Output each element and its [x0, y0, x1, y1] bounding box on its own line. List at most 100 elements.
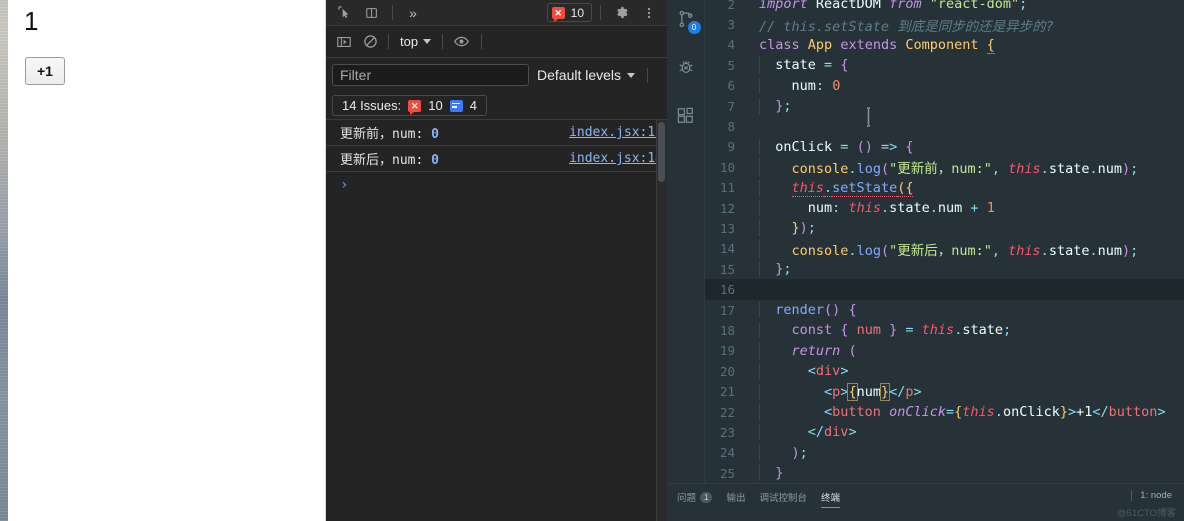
issues-info-icon [449, 99, 463, 112]
filter-row-divider [647, 67, 649, 83]
panel-tab-label: 输出 [726, 493, 746, 504]
rendered-count-value: 1 [24, 6, 39, 36]
source-control-icon[interactable]: 0 [673, 6, 701, 34]
console-message-text: 更新后，num: 0 [340, 153, 439, 168]
increment-button[interactable]: +1 [25, 57, 65, 85]
code-content: this.setState({ [747, 179, 914, 197]
log-levels-label: Default levels [537, 67, 622, 83]
code-line: 4 class App extends Component { [705, 35, 1184, 55]
extensions-icon[interactable] [673, 102, 699, 128]
error-count-value: 10 [570, 5, 584, 20]
more-tabs-chevron-icon[interactable]: » [401, 3, 425, 23]
device-toolbar-icon[interactable] [360, 3, 384, 23]
code-line: 14 console.log("更新后，num:", this.state.nu… [705, 238, 1184, 259]
panel-tab-label: 调试控制台 [759, 493, 807, 504]
kebab-menu-icon[interactable] [637, 3, 661, 23]
source-control-badge: 0 [687, 21, 701, 34]
line-number: 15 [719, 261, 735, 277]
code-line: 3 // this.setState 到底是同步的还是异步的? [705, 14, 1184, 35]
code-line: 24 ); [705, 443, 1184, 463]
code-content: } [747, 465, 783, 482]
console-message-list: 更新前，num: 0 index.jsx:10 更新后，num: 0 index… [326, 120, 667, 521]
desktop-background-strip [0, 0, 8, 521]
panel-tab-label: 终端 [821, 493, 841, 504]
panel-tab-label: 问题 [677, 493, 697, 504]
code-line: 21 <p>{num}</p> [705, 381, 1184, 401]
panel-tab-problems[interactable]: 问题 1 [677, 490, 713, 507]
line-number: 8 [727, 119, 735, 135]
panel-tab-debug-console[interactable]: 调试控制台 [759, 490, 807, 507]
inspect-element-icon[interactable] [332, 3, 356, 23]
line-number: 5 [727, 57, 735, 73]
console-source-link[interactable]: index.jsx:14 [569, 151, 663, 166]
code-line: 17 render() { [705, 300, 1184, 320]
code-content: return ( [747, 342, 857, 359]
line-number: 7 [727, 98, 735, 114]
live-expression-eye-icon[interactable] [449, 32, 473, 52]
code-content: ); [747, 444, 808, 461]
line-number: 3 [727, 17, 735, 33]
code-content: }); [747, 220, 816, 237]
code-line: 7 }; [705, 96, 1184, 116]
bottom-panel: 问题 1 输出 调试控制台 终端 1: node [667, 483, 1184, 521]
code-line: 6 num: 0 [705, 76, 1184, 96]
console-toolbar: top [326, 26, 667, 58]
clear-console-icon[interactable] [358, 32, 382, 52]
log-levels-dropdown[interactable]: Default levels [537, 67, 636, 83]
code-line: 23 </div> [705, 422, 1184, 442]
console-toolbar-divider-3 [481, 34, 483, 49]
gear-icon[interactable] [609, 3, 633, 23]
devtools-panel: » ✕ 10 top Filter Default levels 14 Issu… [326, 0, 667, 521]
code-line: 9 onClick = () => { [705, 137, 1184, 157]
console-sidebar-icon[interactable] [332, 32, 356, 52]
console-message-text: 更新前，num: 0 [340, 127, 439, 142]
issues-info-count: 4 [469, 98, 477, 113]
toolbar-divider [392, 5, 393, 20]
code-line: 11 this.setState({ [705, 178, 1184, 198]
line-number: 11 [719, 180, 735, 196]
issues-summary-bar[interactable]: 14 Issues: ✕ 10 4 [332, 95, 487, 116]
console-scrollbar[interactable] [656, 120, 667, 521]
line-number: 10 [719, 159, 735, 175]
code-content: </div> [747, 424, 857, 441]
panel-tab-terminal[interactable]: 终端 [821, 490, 841, 508]
code-line: 12 num: this.state.num + 1 [705, 198, 1184, 218]
run-debug-icon[interactable] [673, 54, 699, 80]
line-number: 17 [719, 302, 735, 318]
console-message-row[interactable]: 更新后，num: 0 index.jsx:14 [326, 146, 667, 172]
code-content: console.log("更新前，num:", this.state.num); [747, 157, 1138, 178]
console-scrollbar-thumb[interactable] [658, 122, 665, 182]
line-number: 21 [719, 384, 735, 400]
error-count-badge[interactable]: ✕ 10 [546, 3, 592, 22]
devtools-main-toolbar: » ✕ 10 [326, 0, 667, 26]
line-number: 20 [719, 363, 735, 379]
vscode-body: 0 2 import ReactDOM from "react-dom"; 3 … [667, 0, 1184, 483]
code-line-active: 16 [705, 279, 1184, 300]
line-number: 16 [719, 282, 735, 298]
code-line: 15 }; [705, 259, 1184, 279]
panel-divider [1131, 490, 1133, 501]
code-editor[interactable]: 2 import ReactDOM from "react-dom"; 3 //… [705, 0, 1184, 483]
terminal-selector-label[interactable]: 1: node [1140, 490, 1172, 501]
line-number: 2 [727, 0, 735, 12]
code-content: // this.setState 到底是同步的还是异步的? [759, 18, 1054, 35]
code-content: const { num } = this.state; [747, 322, 1011, 339]
code-line: 20 <div> [705, 361, 1184, 381]
console-toolbar-divider [388, 34, 389, 49]
code-content: render() { [747, 302, 857, 319]
code-line: 25 } [705, 463, 1184, 483]
panel-tab-output[interactable]: 输出 [726, 490, 745, 507]
panel-right-controls: 1: node [1131, 490, 1172, 501]
console-source-link[interactable]: index.jsx:10 [569, 125, 663, 140]
console-message-row[interactable]: 更新前，num: 0 index.jsx:10 [326, 120, 667, 146]
execution-context-label: top [400, 34, 419, 49]
console-filter-input[interactable] [332, 64, 529, 86]
line-number: 14 [719, 241, 735, 257]
code-line: 22 <button onClick={this.onClick}>+1</bu… [705, 402, 1184, 422]
console-input-prompt[interactable]: › [326, 172, 667, 198]
line-number: 23 [719, 424, 735, 440]
execution-context-dropdown[interactable]: top [395, 32, 436, 51]
chevron-down-icon [423, 39, 432, 44]
code-line: 13 }); [705, 218, 1184, 238]
line-number: 24 [719, 445, 735, 461]
